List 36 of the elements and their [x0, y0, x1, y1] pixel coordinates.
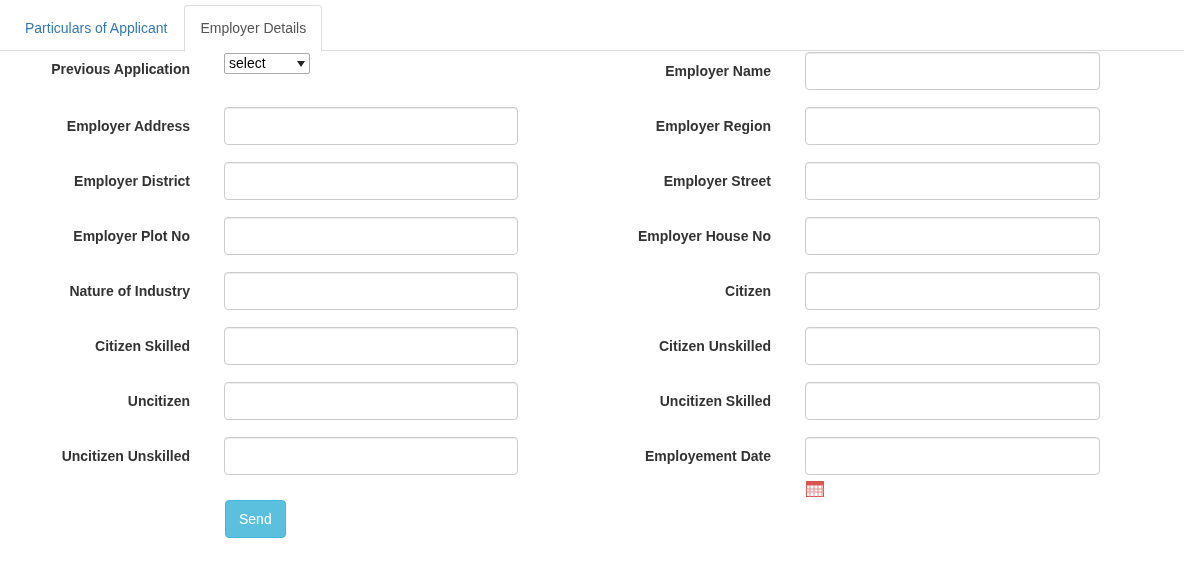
tab[interactable]: Particulars of Applicant: [10, 5, 183, 51]
field-label: Citizen Unskilled: [658, 336, 771, 356]
text-input-field[interactable]: [224, 217, 518, 255]
field-label: Employer Address: [66, 116, 190, 136]
field-label: Employement Date: [644, 446, 771, 466]
tab[interactable]: Employer Details: [184, 5, 323, 52]
field-label: Uncitizen Skilled: [659, 391, 771, 411]
field-label: Uncitizen Unskilled: [61, 446, 190, 466]
text-input-field[interactable]: [224, 162, 518, 200]
field-label: Previous Application: [51, 59, 190, 79]
text-input-field[interactable]: [805, 382, 1100, 420]
text-input-field[interactable]: [224, 437, 518, 475]
text-input-field[interactable]: [224, 107, 518, 145]
field-label: Employer Plot No: [73, 226, 190, 246]
text-input-field[interactable]: [805, 52, 1100, 90]
field-label: Employer District: [74, 171, 190, 191]
date-input-field[interactable]: [805, 437, 1100, 475]
text-input-field[interactable]: [805, 327, 1100, 365]
field-label: Employer Region: [655, 116, 771, 136]
field-label: Employer Street: [663, 171, 771, 191]
field-label: Employer Name: [665, 61, 771, 81]
calendar-icon[interactable]: [806, 481, 824, 497]
text-input-field[interactable]: [805, 162, 1100, 200]
text-input-field[interactable]: [224, 272, 518, 310]
text-input-field[interactable]: [805, 217, 1100, 255]
text-input-field[interactable]: [224, 327, 518, 365]
field-label: Uncitizen: [127, 391, 190, 411]
text-input-field[interactable]: [805, 107, 1100, 145]
field-label: Nature of Industry: [69, 281, 190, 301]
field-label: Employer House No: [637, 226, 771, 246]
text-input-field[interactable]: [805, 272, 1100, 310]
field-label: Citizen Skilled: [95, 336, 190, 356]
previous-application-select[interactable]: select: [224, 53, 310, 74]
dropdown-caret-icon: [297, 60, 305, 67]
field-label: Citizen: [725, 281, 771, 301]
text-input-field[interactable]: [224, 382, 518, 420]
